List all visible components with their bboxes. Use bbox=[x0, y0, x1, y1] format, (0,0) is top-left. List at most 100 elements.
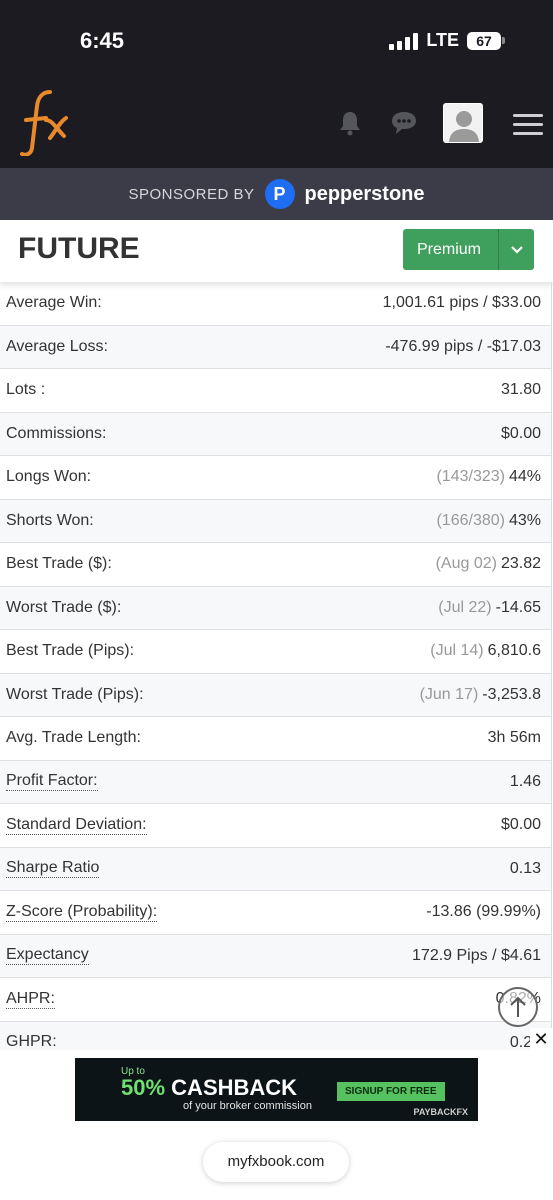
stat-value-group: 3h 56m bbox=[488, 729, 541, 747]
ad-area: Up to 50% CASHBACK of your broker commis… bbox=[0, 1050, 553, 1200]
arrow-up-icon bbox=[510, 996, 526, 1017]
ad-signup-button[interactable]: SIGNUP FOR FREE bbox=[337, 1082, 445, 1101]
stat-value: $0.00 bbox=[500, 816, 541, 834]
stat-value-group: $0.00 bbox=[501, 425, 541, 443]
stat-value: 23.82 bbox=[500, 555, 541, 573]
stat-value: 3h 56m bbox=[487, 729, 541, 747]
stat-value: $0.00 bbox=[500, 424, 541, 442]
stat-note: (143/323) bbox=[436, 468, 505, 486]
ad-close-button[interactable]: ✕ bbox=[530, 1028, 552, 1050]
battery-icon: 67 bbox=[467, 31, 505, 50]
stat-row: Expectancy 172.9 Pips / $4.61 bbox=[0, 934, 551, 978]
stat-value: 43% bbox=[508, 511, 541, 529]
stat-row: Average Win: 1,001.61 pips / $33.00 bbox=[0, 282, 551, 326]
stat-value-group: 1,001.61 pips / $33.00 bbox=[383, 294, 541, 312]
stat-value-group: (143/323) 44% bbox=[436, 468, 541, 486]
menu-icon[interactable] bbox=[513, 114, 543, 141]
ad-headline-pct: 50% bbox=[121, 1075, 166, 1100]
status-time: 6:45 bbox=[80, 28, 125, 53]
user-silhouette-icon bbox=[449, 111, 479, 142]
stat-value-group: $0.00 bbox=[501, 816, 541, 834]
stat-row: AHPR:0.82% bbox=[0, 978, 551, 1022]
stat-label: Shorts Won: bbox=[6, 511, 94, 529]
stat-value-group: (Aug 02) 23.82 bbox=[436, 555, 541, 573]
stat-value: 44% bbox=[508, 468, 541, 486]
fx-logo-icon[interactable] bbox=[16, 84, 76, 156]
stat-row: Worst Trade (Pips): (Jun 17) -3,253.8 bbox=[0, 673, 551, 717]
ad-banner[interactable]: Up to 50% CASHBACK of your broker commis… bbox=[75, 1058, 478, 1121]
bell-icon[interactable] bbox=[338, 110, 362, 136]
stat-label: Best Trade (Pips): bbox=[6, 642, 135, 660]
chevron-down-icon[interactable] bbox=[498, 229, 534, 270]
stat-value-group: -13.86 (99.99%) bbox=[426, 903, 541, 921]
statistics-table: Average Win: 1,001.61 pips / $33.00 Averag… bbox=[0, 282, 552, 1065]
stat-row: Profit Factor: 1.46 bbox=[0, 760, 551, 804]
ad-subline: of your broker commission bbox=[183, 1100, 312, 1112]
battery-level: 67 bbox=[467, 31, 501, 50]
stat-value-group: 0.13 bbox=[510, 860, 541, 878]
stat-note: (Jun 17) bbox=[419, 685, 479, 703]
stat-row: Sharpe Ratio 0.13 bbox=[0, 847, 551, 891]
stat-value-group: (Jul 22) -14.65 bbox=[438, 599, 541, 617]
status-indicators: LTE 67 bbox=[389, 30, 505, 51]
stat-label: Worst Trade (Pips): bbox=[6, 685, 144, 703]
stat-note: (Aug 02) bbox=[435, 555, 497, 573]
stat-value: 1,001.61 pips / $33.00 bbox=[382, 294, 541, 312]
premium-label: Premium bbox=[417, 240, 482, 258]
stat-row: Lots : 31.80 bbox=[0, 369, 551, 413]
stat-row: Best Trade (Pips): (Jul 14) 6,810.6 bbox=[0, 630, 551, 674]
page-title: FUTURE bbox=[18, 232, 140, 265]
ad-headline-word: CASHBACK bbox=[171, 1075, 298, 1100]
stat-row: Z-Score (Probability): -13.86 (99.99%) bbox=[0, 891, 551, 935]
stat-row: Worst Trade ($): (Jul 22) -14.65 bbox=[0, 586, 551, 630]
signal-icon bbox=[389, 32, 419, 50]
pepperstone-logo-icon: P bbox=[264, 179, 295, 209]
stat-label[interactable]: AHPR: bbox=[6, 990, 55, 1009]
stat-value: -3,253.8 bbox=[482, 685, 541, 703]
app-header: 6:45 LTE 67 bbox=[0, 0, 553, 168]
sponsor-brand: pepperstone bbox=[304, 182, 425, 205]
scroll-to-top-button[interactable] bbox=[498, 987, 538, 1027]
stat-label[interactable]: Z-Score (Probability): bbox=[6, 903, 158, 922]
stat-label: Average Win: bbox=[6, 294, 102, 312]
stat-value-group: (166/380) 43% bbox=[436, 512, 541, 530]
stat-value: -14.65 bbox=[495, 598, 541, 616]
stat-label: Lots : bbox=[6, 381, 46, 399]
stat-value: 172.9 Pips / $4.61 bbox=[412, 946, 541, 964]
stat-row: Longs Won: (143/323) 44% bbox=[0, 456, 551, 500]
stat-value-group: 172.9 Pips / $4.61 bbox=[412, 947, 541, 965]
stat-label[interactable]: Standard Deviation: bbox=[6, 816, 147, 835]
stat-value: -476.99 pips / -$17.03 bbox=[385, 337, 541, 355]
stat-value-group: 1.46 bbox=[510, 773, 541, 791]
stat-value-group: (Jul 14) 6,810.6 bbox=[430, 642, 541, 660]
stat-value: -13.86 (99.99%) bbox=[426, 903, 541, 921]
stat-row: Avg. Trade Length: 3h 56m bbox=[0, 717, 551, 761]
ad-headline: 50% CASHBACK bbox=[121, 1075, 297, 1101]
stat-label: Best Trade ($): bbox=[6, 555, 112, 573]
stat-row: Standard Deviation: $0.00 bbox=[0, 804, 551, 848]
ad-brand: PAYBACKFX bbox=[413, 1107, 468, 1117]
stat-label: Commissions: bbox=[6, 424, 107, 442]
premium-button[interactable]: Premium bbox=[403, 229, 534, 270]
stat-value-group: -476.99 pips / -$17.03 bbox=[385, 338, 541, 356]
stat-label: Worst Trade ($): bbox=[6, 598, 122, 616]
page-title-bar: FUTURE Premium bbox=[0, 220, 553, 282]
avatar[interactable] bbox=[443, 103, 483, 143]
browser-url-bar[interactable]: myfxbook.com bbox=[203, 1142, 349, 1182]
sponsor-banner[interactable]: SPONSORED BY P pepperstone bbox=[0, 168, 553, 220]
sponsor-label: SPONSORED BY bbox=[128, 185, 255, 203]
stat-row: Best Trade ($): (Aug 02) 23.82 bbox=[0, 543, 551, 587]
stat-label[interactable]: Profit Factor: bbox=[6, 772, 98, 792]
stat-value-group: 31.80 bbox=[501, 381, 541, 399]
stat-label: Avg. Trade Length: bbox=[6, 729, 141, 747]
network-label: LTE bbox=[426, 30, 459, 50]
stat-row: Average Loss: -476.99 pips / -$17.03 bbox=[0, 325, 551, 369]
stat-value: 31.80 bbox=[500, 381, 541, 399]
chat-icon[interactable] bbox=[390, 110, 418, 136]
stat-value: 0.13 bbox=[509, 859, 541, 877]
stat-label[interactable]: Expectancy bbox=[6, 946, 89, 966]
stat-label: Average Loss: bbox=[6, 337, 108, 355]
stat-label: Longs Won: bbox=[6, 468, 92, 486]
stat-label[interactable]: Sharpe Ratio bbox=[6, 859, 100, 879]
stat-note: (166/380) bbox=[436, 511, 505, 529]
